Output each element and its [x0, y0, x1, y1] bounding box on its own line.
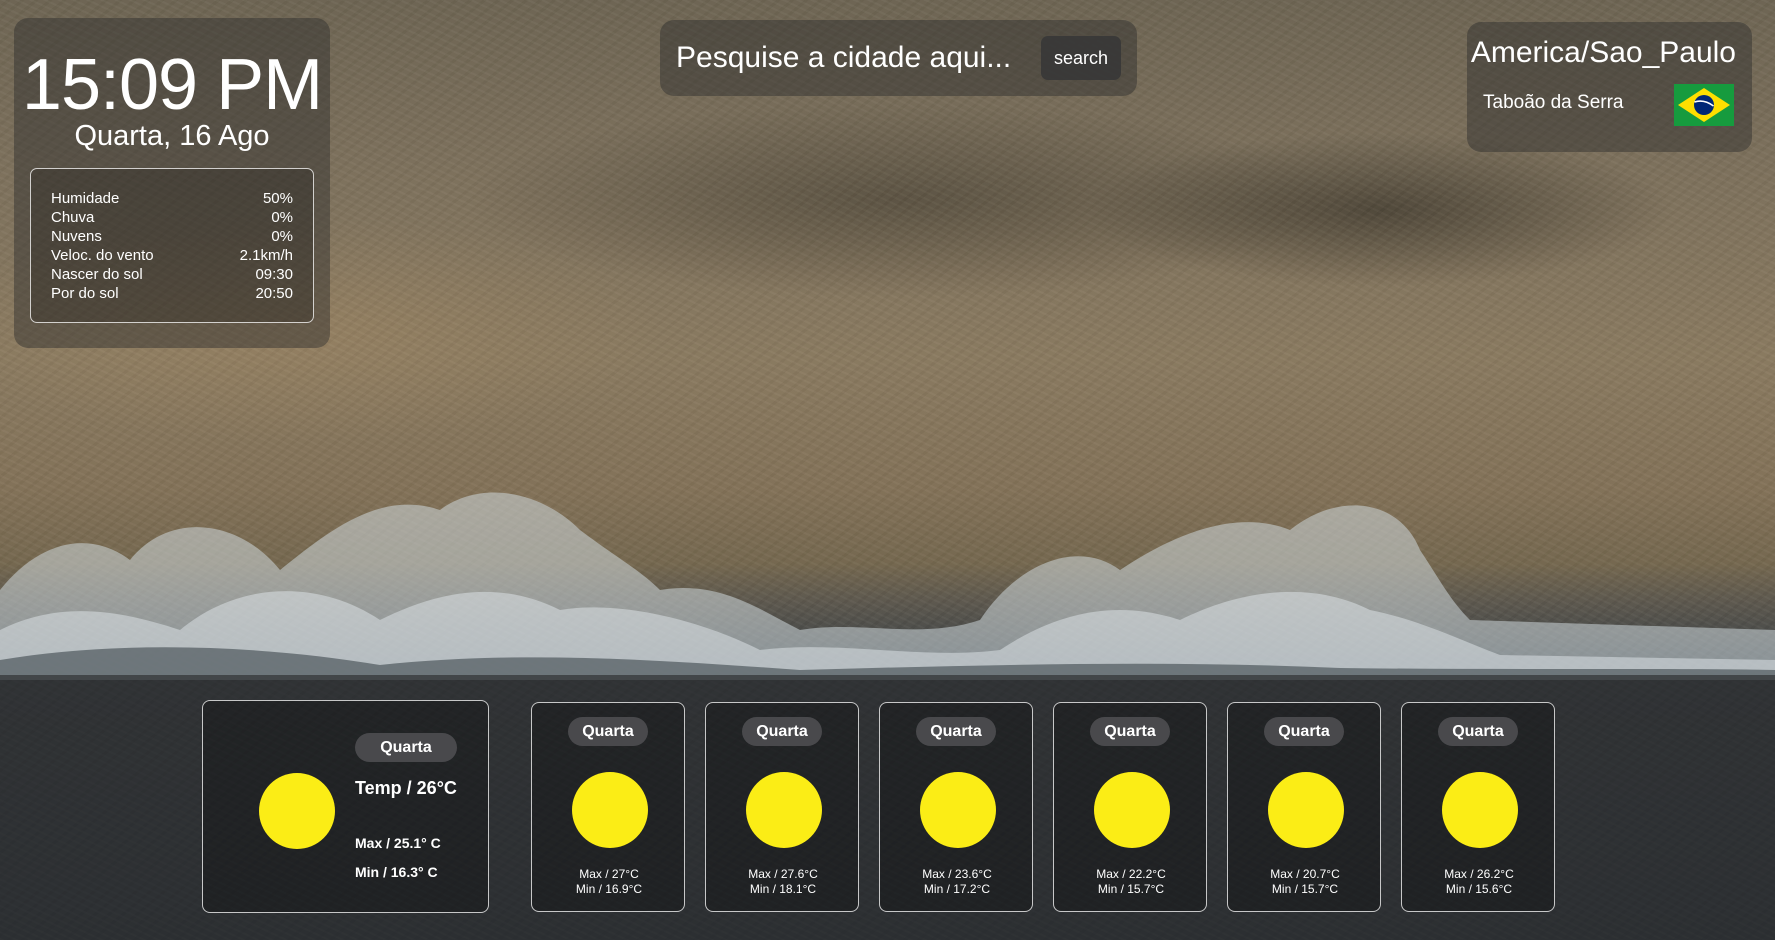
detail-row-rain: Chuva 0%: [51, 208, 293, 227]
today-max-temp: Max / 25.1° C: [355, 835, 441, 851]
day-label: Quarta: [742, 717, 822, 746]
forecast-strip: Quarta Temp / 26°C Max / 25.1° C Min / 1…: [0, 675, 1775, 940]
forecast-card: Quarta Max / 22.2°C Min / 15.7°C: [1053, 702, 1207, 912]
forecast-card: Quarta Max / 20.7°C Min / 15.7°C: [1227, 702, 1381, 912]
detail-row-humidity: Humidade 50%: [51, 189, 293, 208]
max-temp: Max / 27°C: [579, 867, 639, 881]
beach-waves-background: [0, 492, 1775, 680]
forecast-temps: Max / 20.7°C Min / 15.7°C: [1228, 867, 1382, 897]
max-temp: Max / 22.2°C: [1096, 867, 1166, 881]
day-label: Quarta: [568, 717, 648, 746]
sun-icon: [1442, 772, 1518, 848]
sun-icon: [259, 773, 335, 849]
detail-label: Veloc. do vento: [51, 247, 154, 264]
min-temp: Min / 15.6°C: [1445, 882, 1513, 896]
forecast-card: Quarta Max / 26.2°C Min / 15.6°C: [1401, 702, 1555, 912]
search-button[interactable]: search: [1041, 36, 1121, 80]
detail-row-clouds: Nuvens 0%: [51, 227, 293, 246]
forecast-temps: Max / 26.2°C Min / 15.6°C: [1402, 867, 1556, 897]
detail-row-sunrise: Nascer do sol 09:30: [51, 265, 293, 284]
detail-label: Humidade: [51, 190, 120, 207]
detail-label: Por do sol: [51, 285, 119, 302]
max-temp: Max / 23.6°C: [922, 867, 992, 881]
forecast-temps: Max / 23.6°C Min / 17.2°C: [880, 867, 1034, 897]
brazil-flag-icon: [1674, 84, 1734, 126]
today-forecast-card: Quarta Temp / 26°C Max / 25.1° C Min / 1…: [202, 700, 489, 913]
forecast-temps: Max / 22.2°C Min / 15.7°C: [1054, 867, 1208, 897]
sun-icon: [1268, 772, 1344, 848]
detail-value: 0%: [271, 228, 293, 245]
weather-details-box: Humidade 50% Chuva 0% Nuvens 0% Veloc. d…: [30, 168, 314, 323]
min-temp: Min / 16.9°C: [575, 882, 643, 896]
detail-row-wind-speed: Veloc. do vento 2.1km/h: [51, 246, 293, 265]
day-label: Quarta: [1438, 717, 1518, 746]
search-panel: search: [660, 20, 1137, 96]
clock-date: Quarta, 16 Ago: [74, 120, 270, 152]
detail-row-sunset: Por do sol 20:50: [51, 284, 293, 303]
max-temp: Max / 20.7°C: [1270, 867, 1340, 881]
detail-value: 20:50: [255, 285, 293, 302]
forecast-card: Quarta Max / 27.6°C Min / 18.1°C: [705, 702, 859, 912]
sun-icon: [572, 772, 648, 848]
search-input[interactable]: [676, 38, 1026, 78]
timezone-label: America/Sao_Paulo: [1470, 36, 1736, 69]
max-temp: Max / 26.2°C: [1444, 867, 1514, 881]
min-temp: Min / 18.1°C: [749, 882, 817, 896]
sun-icon: [1094, 772, 1170, 848]
forecast-card: Quarta Max / 27°C Min / 16.9°C: [531, 702, 685, 912]
today-temp: Temp / 26°C: [355, 778, 457, 798]
detail-value: 50%: [262, 190, 293, 207]
day-label: Quarta: [916, 717, 996, 746]
max-temp: Max / 27.6°C: [748, 867, 818, 881]
clock-panel: 15:09 PM Quarta, 16 Ago Humidade 50% Chu…: [14, 18, 330, 348]
sun-icon: [746, 772, 822, 848]
forecast-temps: Max / 27°C Min / 16.9°C: [532, 867, 686, 897]
clock-time: 15:09 PM: [21, 45, 323, 125]
today-min-temp: Min / 16.3° C: [355, 864, 438, 880]
detail-label: Nascer do sol: [51, 266, 143, 283]
min-temp: Min / 15.7°C: [1097, 882, 1165, 896]
min-temp: Min / 15.7°C: [1271, 882, 1339, 896]
min-temp: Min / 17.2°C: [923, 882, 991, 896]
detail-label: Nuvens: [51, 228, 102, 245]
day-label: Quarta: [1264, 717, 1344, 746]
sun-icon: [920, 772, 996, 848]
city-label: Taboão da Serra: [1483, 92, 1624, 113]
location-panel: America/Sao_Paulo Taboão da Serra: [1467, 22, 1752, 152]
forecast-card: Quarta Max / 23.6°C Min / 17.2°C: [879, 702, 1033, 912]
day-label: Quarta: [355, 733, 457, 762]
forecast-temps: Max / 27.6°C Min / 18.1°C: [706, 867, 860, 897]
day-label: Quarta: [1090, 717, 1170, 746]
detail-value: 0%: [271, 209, 293, 226]
detail-value: 09:30: [255, 266, 293, 283]
detail-label: Chuva: [51, 209, 95, 226]
detail-value: 2.1km/h: [239, 247, 293, 264]
